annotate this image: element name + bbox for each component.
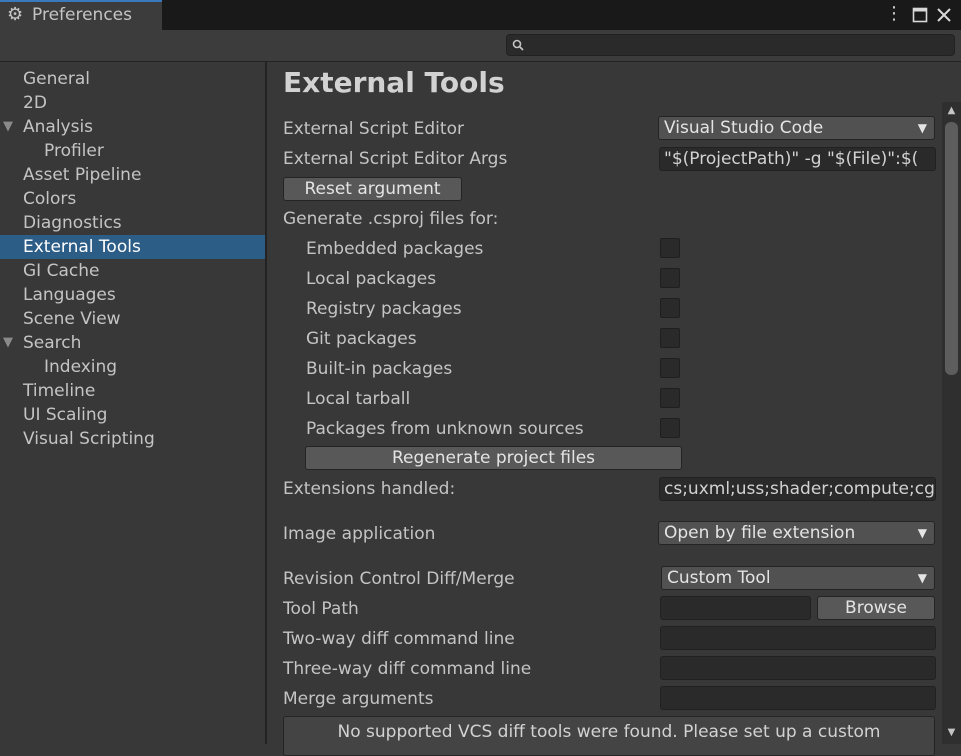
registry-packages-label: Registry packages <box>306 299 462 319</box>
maximize-icon[interactable] <box>909 4 931 26</box>
chevron-down-icon: ▼ <box>917 571 927 585</box>
close-icon[interactable] <box>933 4 955 26</box>
merge-arguments-label: Merge arguments <box>283 689 434 709</box>
chevron-down-icon: ▼ <box>917 121 927 135</box>
two-way-diff-field[interactable] <box>660 626 936 650</box>
sidebar-item-asset-pipeline[interactable]: Asset Pipeline <box>0 163 265 187</box>
tab-title: Preferences <box>32 5 132 25</box>
builtin-packages-label: Built-in packages <box>306 359 453 379</box>
sidebar-item-search[interactable]: ▼ Search <box>0 331 265 355</box>
expand-arrow-icon[interactable]: ▼ <box>3 331 13 355</box>
image-application-value: Open by file extension <box>664 523 856 543</box>
sidebar-item-indexing[interactable]: Indexing <box>0 355 265 379</box>
scroll-down-icon[interactable]: ▼ <box>944 726 959 740</box>
local-packages-checkbox[interactable] <box>660 268 680 288</box>
sidebar-item-label: Indexing <box>44 357 118 377</box>
search-icon <box>512 36 524 57</box>
sidebar-item-label: UI Scaling <box>23 405 108 425</box>
local-tarball-checkbox[interactable] <box>660 388 680 408</box>
expand-arrow-icon[interactable]: ▼ <box>3 115 13 139</box>
image-application-label: Image application <box>283 524 436 544</box>
script-editor-value: Visual Studio Code <box>664 118 824 138</box>
sidebar-item-label: Languages <box>23 285 116 305</box>
sidebar-item-timeline[interactable]: Timeline <box>0 379 265 403</box>
sidebar-item-label: 2D <box>23 93 47 113</box>
reset-argument-button[interactable]: Reset argument <box>283 177 462 201</box>
sidebar-item-visual-scripting[interactable]: Visual Scripting <box>0 427 265 451</box>
sidebar-item-label: Profiler <box>44 141 104 161</box>
revision-control-dropdown[interactable]: Custom Tool ▼ <box>661 566 935 590</box>
sidebar-item-ui-scaling[interactable]: UI Scaling <box>0 403 265 427</box>
three-way-diff-field[interactable] <box>660 656 936 680</box>
unknown-sources-label: Packages from unknown sources <box>306 419 584 439</box>
sidebar-item-label: Asset Pipeline <box>23 165 142 185</box>
sidebar-item-general[interactable]: General <box>0 67 265 91</box>
sidebar-item-label: Diagnostics <box>23 213 122 233</box>
sidebar-item-profiler[interactable]: Profiler <box>0 139 265 163</box>
sidebar-item-2d[interactable]: 2D <box>0 91 265 115</box>
script-editor-args-field[interactable]: "$(ProjectPath)" -g "$(File)":$( <box>659 147 936 171</box>
sidebar: General 2D ▼ Analysis Profiler Asset Pipe… <box>0 62 265 744</box>
sidebar-item-label: General <box>23 69 90 89</box>
search-input[interactable] <box>506 34 955 56</box>
three-way-diff-label: Three-way diff command line <box>283 659 532 679</box>
revision-control-value: Custom Tool <box>667 568 771 588</box>
sidebar-item-scene-view[interactable]: Scene View <box>0 307 265 331</box>
registry-packages-checkbox[interactable] <box>660 298 680 318</box>
tool-path-label: Tool Path <box>283 599 359 619</box>
generate-csproj-label: Generate .csproj files for: <box>283 209 499 229</box>
sidebar-item-analysis[interactable]: ▼ Analysis <box>0 115 265 139</box>
extensions-handled-label: Extensions handled: <box>283 479 456 499</box>
sidebar-item-gi-cache[interactable]: GI Cache <box>0 259 265 283</box>
merge-arguments-field[interactable] <box>660 686 936 710</box>
chevron-down-icon: ▼ <box>917 526 927 540</box>
sidebar-item-label: Analysis <box>23 117 94 137</box>
sidebar-item-label: Search <box>23 333 82 353</box>
page-title: External Tools <box>283 66 505 99</box>
regenerate-project-files-button[interactable]: Regenerate project files <box>305 446 682 470</box>
sidebar-item-colors[interactable]: Colors <box>0 187 265 211</box>
two-way-diff-label: Two-way diff command line <box>283 629 515 649</box>
browse-button[interactable]: Browse <box>817 596 935 620</box>
more-vert-icon[interactable]: ⋮ <box>883 4 905 26</box>
gear-icon: ⚙ <box>7 4 24 25</box>
git-packages-checkbox[interactable] <box>660 328 680 348</box>
sidebar-item-label: Colors <box>23 189 77 209</box>
tool-path-field[interactable] <box>660 596 811 620</box>
sidebar-item-diagnostics[interactable]: Diagnostics <box>0 211 265 235</box>
sidebar-item-label: Visual Scripting <box>23 429 155 449</box>
local-tarball-label: Local tarball <box>306 389 411 409</box>
unknown-sources-checkbox[interactable] <box>660 418 680 438</box>
script-editor-dropdown[interactable]: Visual Studio Code ▼ <box>658 116 935 140</box>
sidebar-item-label: Scene View <box>23 309 121 329</box>
vcs-notice-box: No supported VCS diff tools were found. … <box>283 716 935 756</box>
builtin-packages-checkbox[interactable] <box>660 358 680 378</box>
revision-control-label: Revision Control Diff/Merge <box>283 569 515 589</box>
sidebar-item-label: Timeline <box>23 381 96 401</box>
sidebar-item-external-tools[interactable]: External Tools <box>0 235 265 259</box>
embedded-packages-label: Embedded packages <box>306 239 484 259</box>
sidebar-item-label: GI Cache <box>23 261 100 281</box>
scrollbar-thumb[interactable] <box>945 122 958 375</box>
script-editor-label: External Script Editor <box>283 119 464 139</box>
extensions-handled-field[interactable]: cs;uxml;uss;shader;compute;cg <box>659 477 936 501</box>
image-application-dropdown[interactable]: Open by file extension ▼ <box>658 521 935 545</box>
git-packages-label: Git packages <box>306 329 417 349</box>
local-packages-label: Local packages <box>306 269 437 289</box>
embedded-packages-checkbox[interactable] <box>660 238 680 258</box>
sidebar-item-languages[interactable]: Languages <box>0 283 265 307</box>
script-editor-args-label: External Script Editor Args <box>283 149 508 169</box>
scroll-up-icon[interactable]: ▲ <box>944 104 959 118</box>
sidebar-item-label: External Tools <box>23 237 141 257</box>
